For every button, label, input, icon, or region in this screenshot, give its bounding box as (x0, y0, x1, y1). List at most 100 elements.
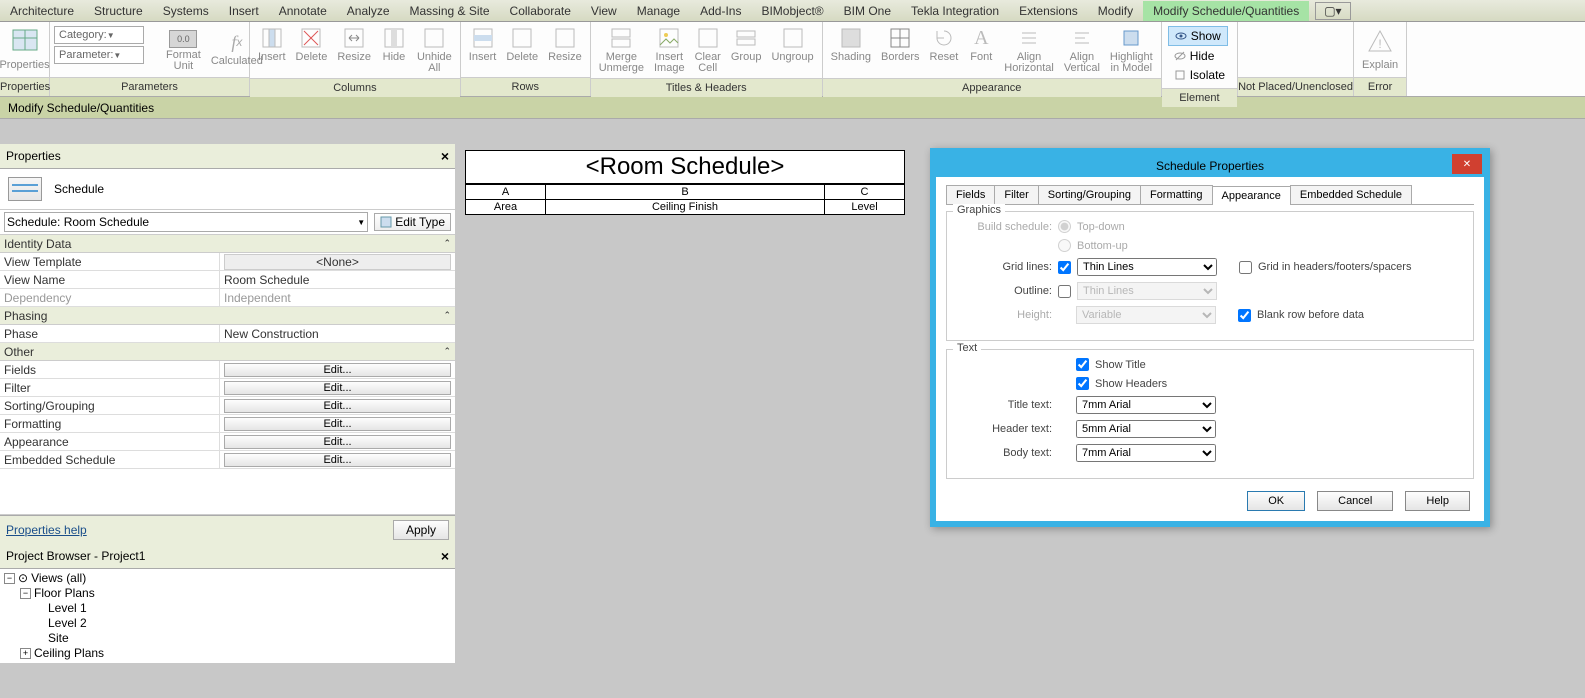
category-combo[interactable]: Category:▼ (54, 26, 144, 44)
outline-check[interactable] (1058, 285, 1071, 298)
formatting-edit-button[interactable]: Edit... (224, 417, 451, 431)
tab-bimone[interactable]: BIM One (834, 1, 901, 21)
header-level[interactable]: Level (825, 200, 905, 215)
dlg-tab-appearance[interactable]: Appearance (1212, 186, 1291, 205)
dlg-tab-formatting[interactable]: Formatting (1140, 185, 1213, 204)
show-button[interactable]: Show (1168, 26, 1228, 46)
collapse-icon[interactable]: − (20, 588, 31, 599)
views-node[interactable]: −⊙Views (all) (4, 571, 451, 586)
col-a[interactable]: A (466, 185, 546, 200)
fields-edit-button[interactable]: Edit... (224, 363, 451, 377)
properties-help-link[interactable]: Properties help (6, 523, 87, 537)
header-ceiling[interactable]: Ceiling Finish (546, 200, 825, 215)
tab-collab[interactable]: Collaborate (500, 1, 581, 21)
gridhf-check[interactable] (1239, 261, 1252, 274)
properties-type-selector[interactable]: Schedule (0, 169, 455, 210)
tab-arch[interactable]: Architecture (0, 1, 84, 21)
tab-sys[interactable]: Systems (153, 1, 219, 21)
col-resize-button[interactable]: Resize (333, 24, 375, 65)
headertext-select[interactable]: 5mm Arial (1076, 420, 1216, 438)
col-delete-button[interactable]: Delete (292, 24, 332, 65)
phase-value[interactable]: New Construction (220, 325, 455, 342)
edit-type-button[interactable]: Edit Type (374, 213, 451, 231)
highlight-button[interactable]: Highlight in Model (1106, 24, 1157, 76)
level1-node[interactable]: Level 1 (4, 601, 451, 616)
tab-struct[interactable]: Structure (84, 1, 153, 21)
gridlines-check[interactable] (1058, 261, 1071, 274)
floor-plans-node[interactable]: −Floor Plans (4, 586, 451, 601)
col-unhide-button[interactable]: Unhide All (413, 24, 456, 76)
view-name-value[interactable]: Room Schedule (220, 271, 455, 288)
cancel-button[interactable]: Cancel (1317, 491, 1393, 511)
gridlines-select[interactable]: Thin Lines (1077, 258, 1217, 276)
dlg-tab-sorting[interactable]: Sorting/Grouping (1038, 185, 1141, 204)
dlg-tab-embedded[interactable]: Embedded Schedule (1290, 185, 1412, 204)
tab-addins[interactable]: Add-Ins (690, 1, 751, 21)
filter-edit-button[interactable]: Edit... (224, 381, 451, 395)
col-b[interactable]: B (546, 185, 825, 200)
row-resize-button[interactable]: Resize (544, 24, 586, 65)
close-properties-icon[interactable]: × (441, 148, 449, 164)
dlg-tab-filter[interactable]: Filter (994, 185, 1038, 204)
help-button[interactable]: Help (1405, 491, 1470, 511)
col-c[interactable]: C (825, 185, 905, 200)
tab-view[interactable]: View (581, 1, 627, 21)
level2-node[interactable]: Level 2 (4, 616, 451, 631)
insert-image-button[interactable]: Insert Image (650, 24, 689, 76)
schedule-title[interactable]: <Room Schedule> (465, 150, 905, 184)
explain-button[interactable]: !Explain (1358, 24, 1402, 73)
expand-icon[interactable]: + (20, 648, 31, 659)
tab-bimobj[interactable]: BIMobject® (751, 1, 833, 21)
dialog-close-button[interactable]: ✕ (1452, 154, 1482, 174)
header-area[interactable]: Area (466, 200, 546, 215)
showheaders-check[interactable] (1076, 377, 1089, 390)
tab-insert[interactable]: Insert (219, 1, 269, 21)
tab-tekla[interactable]: Tekla Integration (901, 1, 1009, 21)
merge-button[interactable]: Merge Unmerge (595, 24, 648, 76)
tab-annot[interactable]: Annotate (269, 1, 337, 21)
tab-expand[interactable]: ▢▾ (1315, 2, 1350, 20)
calculated-button[interactable]: fxCalculated (207, 28, 267, 69)
identity-section[interactable]: Identity Data⌃ (0, 235, 455, 253)
hide-button[interactable]: Hide (1168, 47, 1221, 65)
collapse-icon[interactable]: − (4, 573, 15, 584)
close-browser-icon[interactable]: × (441, 548, 449, 564)
titletext-select[interactable]: 7mm Arial (1076, 396, 1216, 414)
reset-button[interactable]: Reset (926, 24, 963, 65)
tab-analyze[interactable]: Analyze (337, 1, 400, 21)
ceiling-plans-node[interactable]: +Ceiling Plans (4, 646, 451, 661)
shading-button[interactable]: Shading (827, 24, 875, 65)
tab-manage[interactable]: Manage (627, 1, 690, 21)
tab-modify-schedule[interactable]: Modify Schedule/Quantities (1143, 1, 1309, 21)
align-v-button[interactable]: Align Vertical (1060, 24, 1104, 76)
tab-modify[interactable]: Modify (1088, 1, 1143, 21)
group-button[interactable]: Group (727, 24, 766, 65)
blank-check[interactable] (1238, 309, 1251, 322)
parameter-combo[interactable]: Parameter:▼ (54, 46, 144, 64)
appearance-edit-button[interactable]: Edit... (224, 435, 451, 449)
row-delete-button[interactable]: Delete (502, 24, 542, 65)
schedule-type-combo[interactable]: Schedule: Room Schedule▼ (4, 212, 368, 232)
col-hide-button[interactable]: Hide (377, 24, 411, 65)
phasing-section[interactable]: Phasing⌃ (0, 307, 455, 325)
ok-button[interactable]: OK (1247, 491, 1305, 511)
borders-button[interactable]: Borders (877, 24, 924, 65)
tab-ext[interactable]: Extensions (1009, 1, 1088, 21)
other-section[interactable]: Other⌃ (0, 343, 455, 361)
ungroup-button[interactable]: Ungroup (767, 24, 817, 65)
font-button[interactable]: AFont (964, 24, 998, 65)
clear-cell-button[interactable]: Clear Cell (691, 24, 725, 76)
bodytext-select[interactable]: 7mm Arial (1076, 444, 1216, 462)
format-unit-button[interactable]: 0.0Format Unit (162, 28, 205, 74)
apply-button[interactable]: Apply (393, 520, 449, 540)
align-h-button[interactable]: Align Horizontal (1000, 24, 1058, 76)
row-insert-button[interactable]: Insert (465, 24, 501, 65)
view-template-value[interactable]: <None> (224, 254, 451, 270)
showtitle-check[interactable] (1076, 358, 1089, 371)
sorting-edit-button[interactable]: Edit... (224, 399, 451, 413)
embedded-edit-button[interactable]: Edit... (224, 453, 451, 467)
site-node[interactable]: Site (4, 631, 451, 646)
dlg-tab-fields[interactable]: Fields (946, 185, 995, 204)
tab-massing[interactable]: Massing & Site (400, 1, 500, 21)
isolate-button[interactable]: Isolate (1168, 66, 1231, 84)
